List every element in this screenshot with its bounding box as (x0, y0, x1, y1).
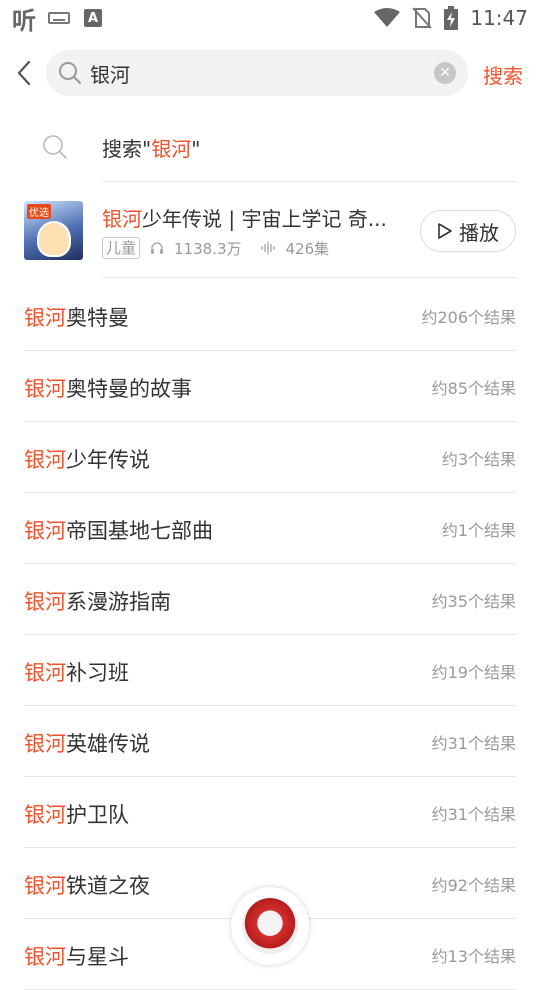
wifi-icon (374, 8, 401, 27)
play-count: 1138.3万 (174, 239, 242, 258)
result-item[interactable]: 银河护卫队 约31个结果 (24, 777, 516, 848)
result-item[interactable]: 银河少年传说 约3个结果 (24, 422, 516, 493)
result-count: 约19个结果 (431, 663, 516, 682)
mini-player[interactable] (231, 887, 309, 965)
result-title-highlight: 银河 (24, 945, 66, 969)
suggestion-prefix: 搜索" (102, 137, 152, 161)
suggestion-text: 搜索"银河" (102, 133, 200, 162)
result-title-rest: 与星斗 (66, 945, 129, 969)
result-title: 银河奥特曼 (24, 302, 129, 332)
album-title-rest: 少年传说 | 宇宙上学记 奇... (142, 207, 387, 231)
search-submit-button[interactable]: 搜索 (483, 60, 523, 89)
result-item[interactable]: 银河英雄传说 约31个结果 (24, 706, 516, 777)
status-bar: 听 A 11:47 (0, 0, 540, 36)
result-title-highlight: 银河 (24, 661, 66, 685)
suggestion-suffix: " (191, 137, 201, 161)
result-count: 约3个结果 (441, 450, 516, 469)
album-result[interactable]: 优选 银河少年传说 | 宇宙上学记 奇... 儿童 1138.3万 426集 播… (24, 182, 516, 278)
result-title-highlight: 银河 (24, 306, 66, 330)
result-title: 银河少年传说 (24, 444, 150, 474)
result-count: 约31个结果 (431, 805, 516, 824)
result-item[interactable]: 银河奥特曼 约206个结果 (24, 280, 516, 351)
result-title-rest: 护卫队 (66, 803, 129, 827)
result-count: 约85个结果 (431, 379, 516, 398)
play-label: 播放 (459, 220, 499, 245)
result-count: 约13个结果 (431, 947, 516, 966)
album-title-highlight: 银河 (102, 207, 142, 231)
result-item[interactable]: 银河奥特曼的故事 约85个结果 (24, 351, 516, 422)
cover-art (37, 221, 71, 257)
a-icon: A (84, 9, 102, 27)
audio-wave-icon (260, 242, 275, 254)
headphones-icon (151, 242, 164, 254)
search-bar: ✕ 搜索 (0, 50, 540, 96)
result-title: 银河补习班 (24, 657, 129, 687)
cover-tag: 优选 (27, 204, 51, 219)
result-title: 银河与星斗 (24, 941, 129, 971)
result-count: 约35个结果 (431, 592, 516, 611)
result-title: 银河奥特曼的故事 (24, 373, 192, 403)
result-title-rest: 帝国基地七部曲 (66, 519, 213, 543)
search-input[interactable] (90, 59, 420, 87)
result-title-rest: 少年传说 (66, 448, 150, 472)
result-title: 银河系漫游指南 (24, 586, 171, 616)
app-logo: 听 (12, 6, 36, 35)
result-count: 约206个结果 (421, 308, 516, 327)
result-title-highlight: 银河 (24, 732, 66, 756)
result-title-highlight: 银河 (24, 590, 66, 614)
result-title-rest: 奥特曼的故事 (66, 377, 192, 401)
result-count: 约92个结果 (431, 876, 516, 895)
result-title: 银河帝国基地七部曲 (24, 515, 213, 545)
result-item[interactable]: 银河补习班 约19个结果 (24, 635, 516, 706)
result-list: 银河奥特曼 约206个结果 银河奥特曼的故事 约85个结果 银河少年传说 约3个结果 银河帝… (24, 280, 516, 990)
result-item[interactable]: 银河帝国基地七部曲 约1个结果 (24, 493, 516, 564)
clear-icon[interactable]: ✕ (434, 62, 456, 84)
no-sim-icon (412, 7, 433, 29)
result-item[interactable]: 银河系漫游指南 约35个结果 (24, 564, 516, 635)
category-badge: 儿童 (102, 237, 141, 259)
back-button[interactable] (12, 58, 36, 88)
result-title-rest: 奥特曼 (66, 306, 129, 330)
result-title-highlight: 银河 (24, 874, 66, 898)
divider (102, 277, 516, 278)
result-title-highlight: 银河 (24, 803, 66, 827)
play-icon (438, 223, 452, 239)
play-button[interactable]: 播放 (420, 210, 516, 252)
clock: 11:47 (470, 6, 528, 30)
search-icon (43, 135, 67, 159)
result-title-rest: 铁道之夜 (66, 874, 150, 898)
result-title-highlight: 银河 (24, 519, 66, 543)
search-icon (59, 62, 81, 84)
result-title: 银河护卫队 (24, 799, 129, 829)
suggestion-keyword: 银河 (151, 137, 192, 161)
result-title-highlight: 银河 (24, 448, 66, 472)
result-title-rest: 补习班 (66, 661, 129, 685)
album-meta: 儿童 1138.3万 426集 (102, 237, 329, 259)
battery-charging-icon (444, 6, 459, 30)
result-count: 约31个结果 (431, 734, 516, 753)
search-box[interactable]: ✕ (46, 50, 468, 96)
chevron-left-icon (17, 60, 31, 86)
album-cover: 优选 (24, 201, 83, 260)
album-disc-icon (242, 898, 298, 954)
album-title: 银河少年传说 | 宇宙上学记 奇... (102, 203, 402, 232)
result-title: 银河英雄传说 (24, 728, 150, 758)
result-title-rest: 英雄传说 (66, 732, 150, 756)
episode-count: 426集 (285, 239, 330, 258)
result-title-highlight: 银河 (24, 377, 66, 401)
result-title: 银河铁道之夜 (24, 870, 150, 900)
keyboard-icon (48, 12, 70, 24)
result-count: 约1个结果 (441, 521, 516, 540)
search-suggestion[interactable]: 搜索"银河" (24, 112, 516, 182)
result-title-rest: 系漫游指南 (66, 590, 171, 614)
